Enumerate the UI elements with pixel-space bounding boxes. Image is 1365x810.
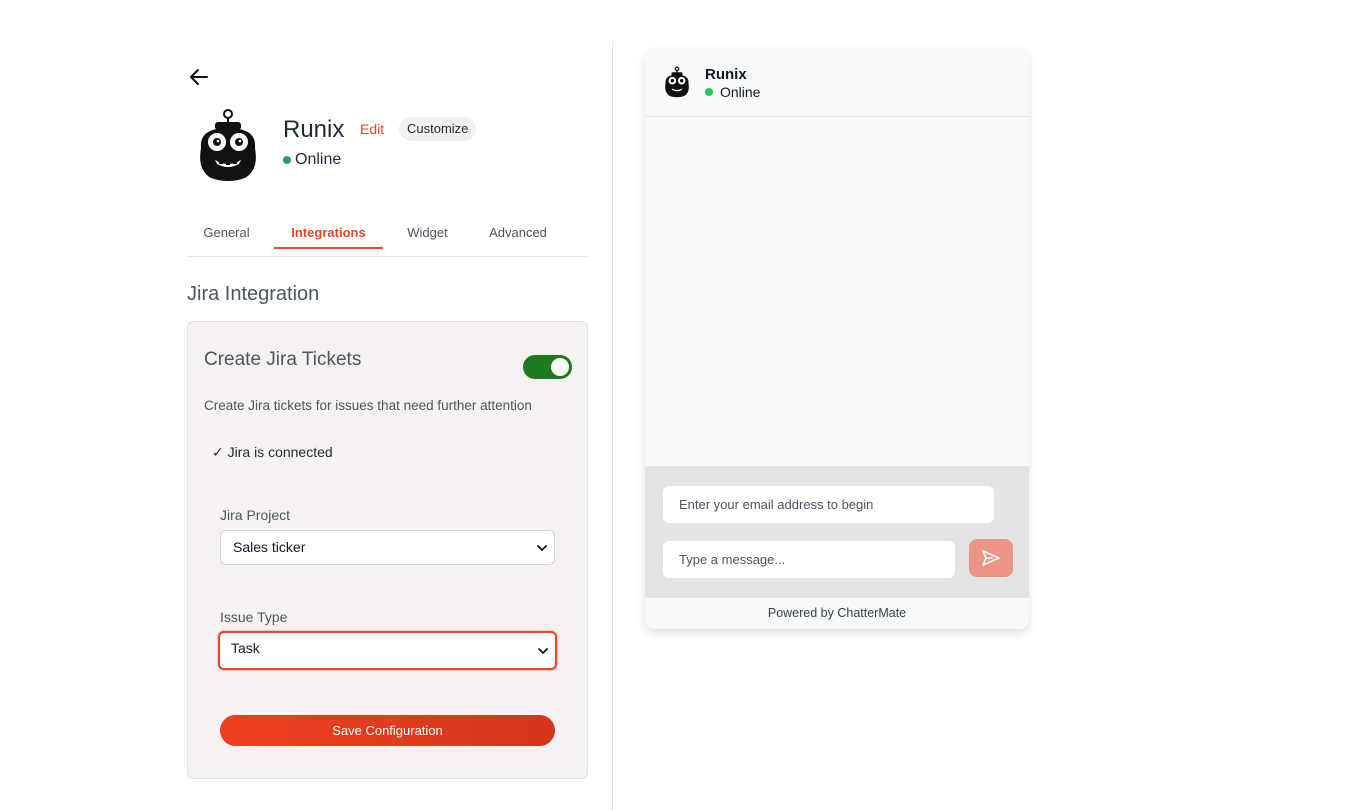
toggle-knob xyxy=(551,358,569,376)
chat-header: Runix Online xyxy=(645,49,1029,117)
issue-type-select[interactable]: Task xyxy=(218,631,557,670)
robot-avatar-icon xyxy=(195,108,261,182)
tab-general[interactable]: General xyxy=(203,216,250,249)
jira-integration-card: Create Jira Tickets Create Jira tickets … xyxy=(187,321,588,779)
chat-messages-area xyxy=(645,117,1029,466)
chat-widget-preview: Runix Online Enter your email address to… xyxy=(645,49,1029,629)
preview-agent-name: Runix xyxy=(705,66,747,83)
agent-name: Runix xyxy=(283,116,345,143)
customize-button[interactable]: Customize xyxy=(399,117,477,141)
jira-toggle[interactable] xyxy=(523,355,572,379)
chevron-down-icon xyxy=(538,648,548,655)
message-input[interactable]: Type a message... xyxy=(663,541,955,578)
tab-advanced[interactable]: Advanced xyxy=(487,216,549,249)
send-icon xyxy=(982,550,1000,566)
card-description: Create Jira tickets for issues that need… xyxy=(204,398,532,413)
robot-avatar-icon xyxy=(663,66,691,98)
jira-project-label: Jira Project xyxy=(220,507,291,523)
section-title: Jira Integration xyxy=(187,283,320,305)
issue-type-value: Task xyxy=(231,640,260,656)
chat-input-area: Enter your email address to begin Type a… xyxy=(645,466,1029,598)
card-title: Create Jira Tickets xyxy=(204,349,362,370)
agent-settings-panel: Runix Edit Customize Online General Inte… xyxy=(187,0,588,810)
issue-type-label: Issue Type xyxy=(220,609,288,625)
agent-status-label: Online xyxy=(295,151,342,168)
send-button[interactable] xyxy=(969,539,1013,577)
email-input[interactable]: Enter your email address to begin xyxy=(663,486,994,523)
powered-by-footer: Powered by ChatterMate xyxy=(645,598,1029,629)
jira-connected-status: ✓ Jira is connected xyxy=(212,444,333,460)
tab-widget[interactable]: Widget xyxy=(406,216,449,249)
jira-project-value: Sales ticker xyxy=(233,539,306,555)
tab-integrations[interactable]: Integrations xyxy=(274,216,383,249)
jira-project-select[interactable]: Sales ticker xyxy=(220,530,555,565)
panel-divider xyxy=(612,41,613,810)
agent-status: Online xyxy=(283,151,341,169)
settings-tabs: General Integrations Widget Advanced xyxy=(187,216,588,257)
edit-name-link[interactable]: Edit xyxy=(360,121,384,137)
preview-status: Online xyxy=(705,84,760,100)
online-dot-icon xyxy=(283,156,291,164)
online-dot-icon xyxy=(705,88,713,96)
preview-status-label: Online xyxy=(720,84,761,100)
chevron-down-icon xyxy=(537,545,547,552)
back-arrow-icon[interactable] xyxy=(188,66,210,88)
save-configuration-button[interactable]: Save Configuration xyxy=(220,715,555,746)
